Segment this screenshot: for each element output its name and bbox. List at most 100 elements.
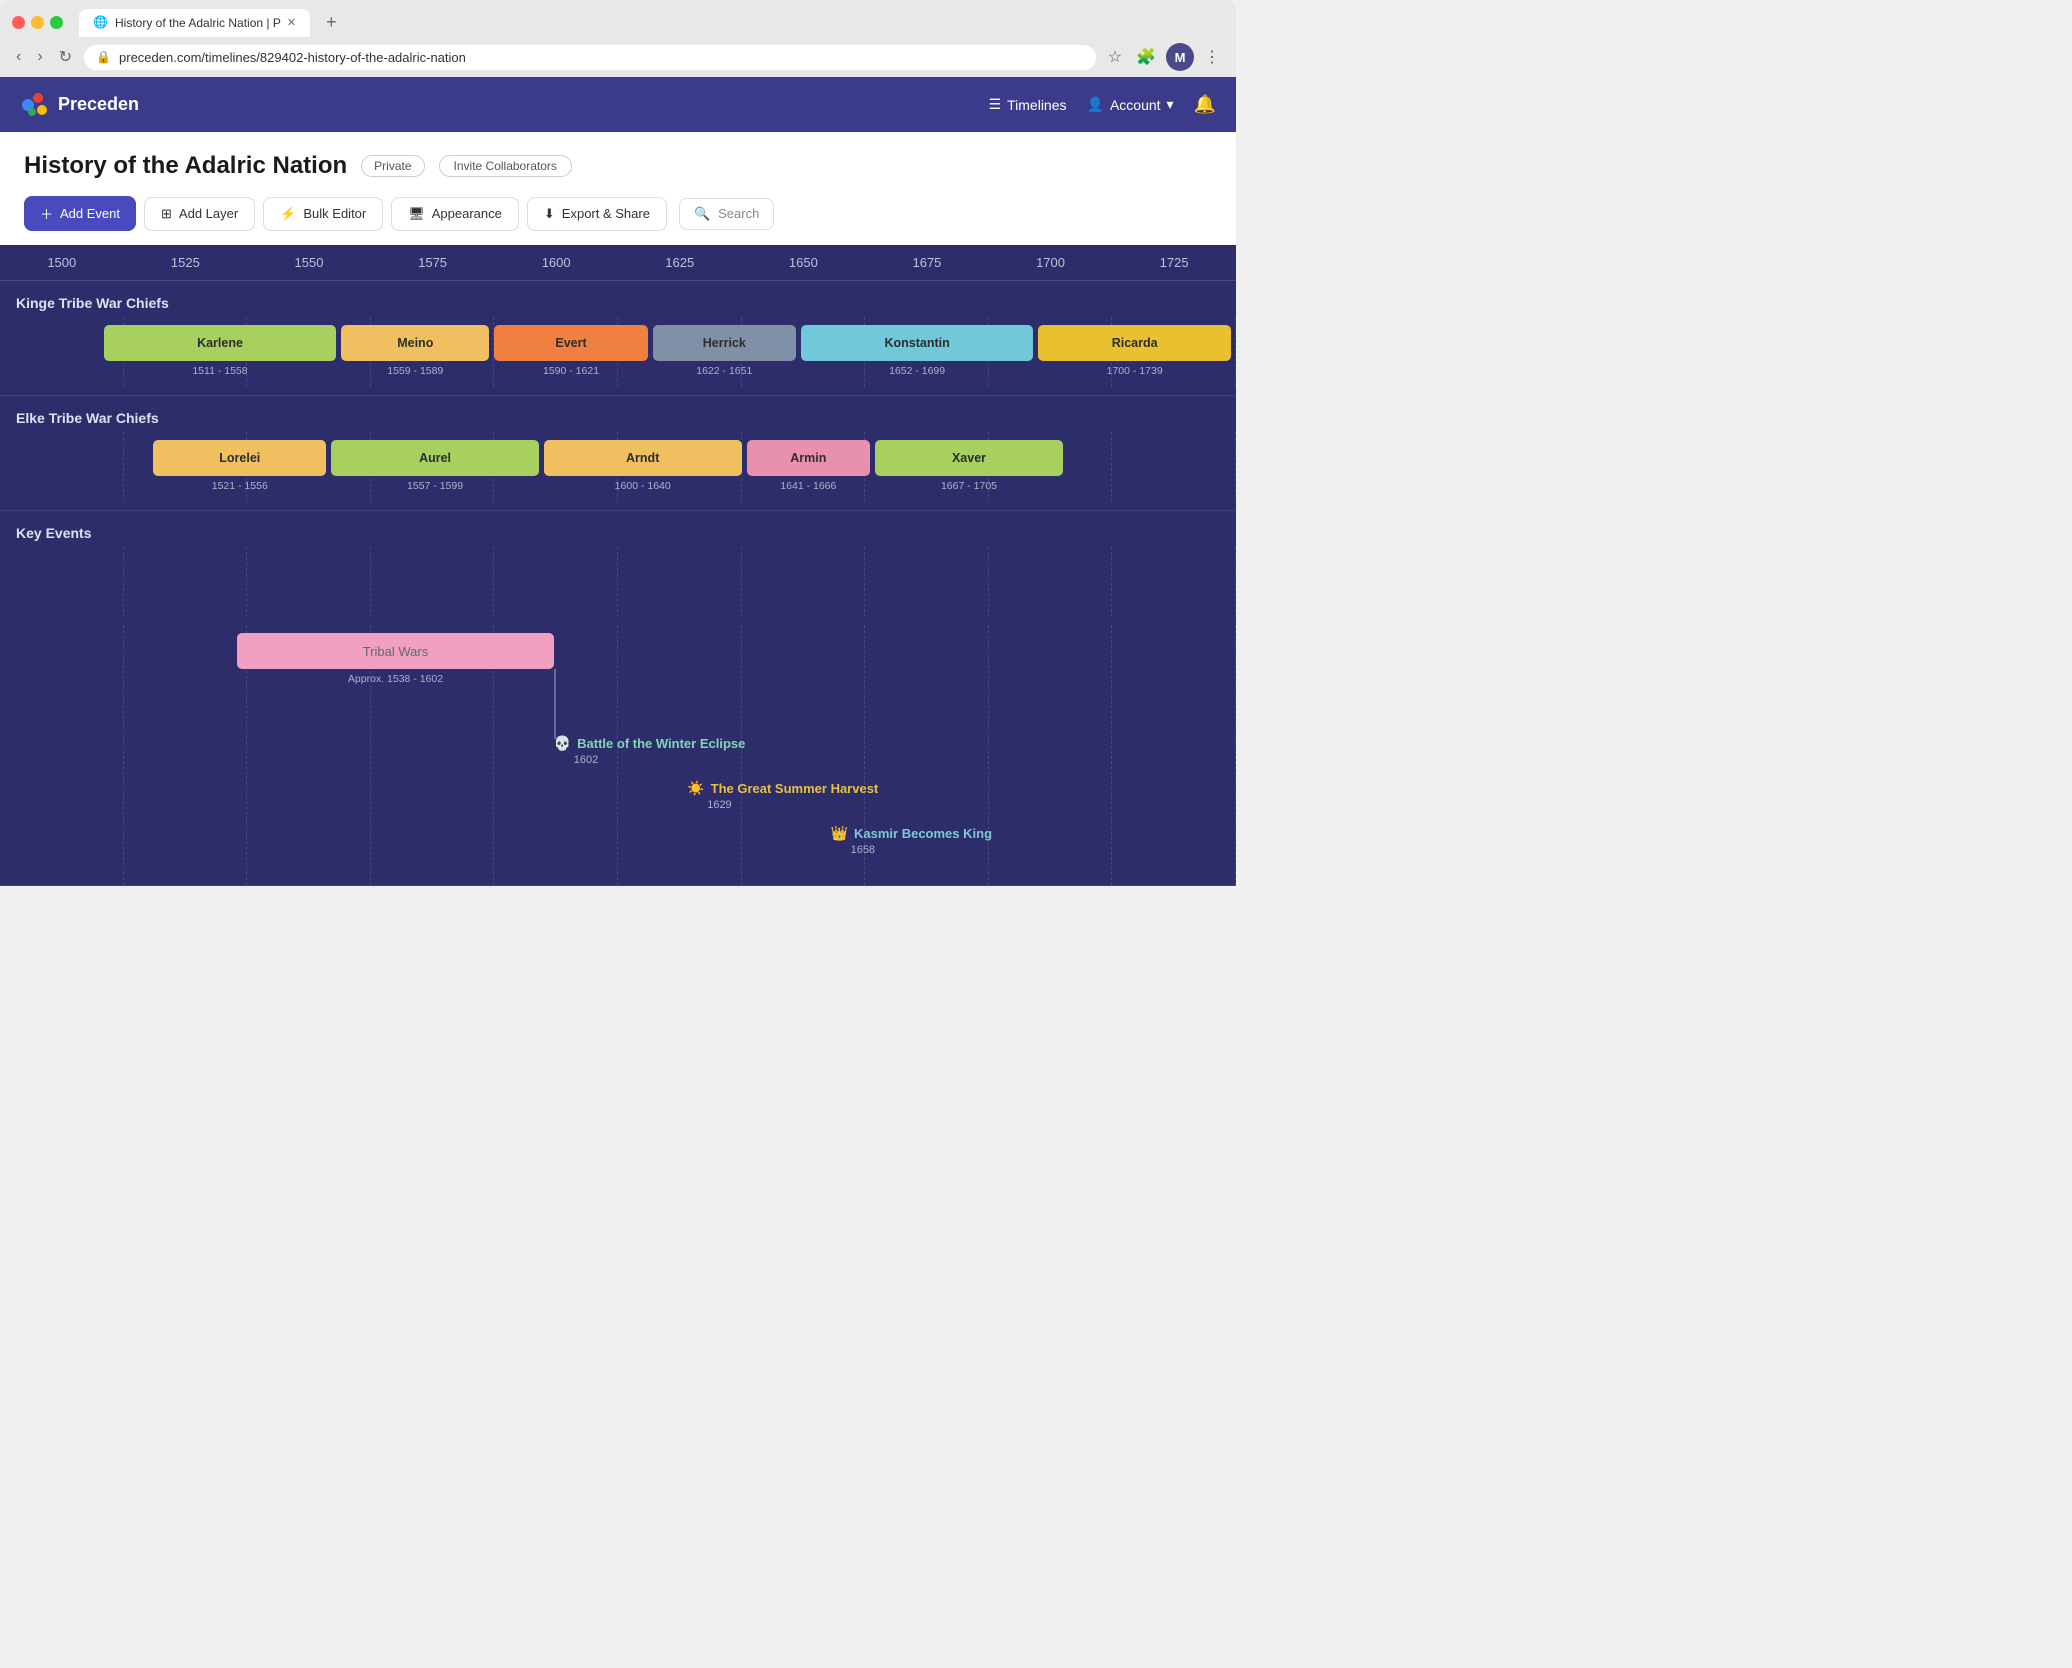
export-share-label: Export & Share	[562, 206, 650, 221]
timeline-section-elke: Elke Tribe War Chiefs Lorelei 1521 - 1556 A…	[0, 396, 1236, 511]
event-bar-karlene[interactable]: Karlene	[104, 325, 336, 361]
logo[interactable]: Preceden	[20, 90, 139, 120]
bulk-editor-button[interactable]: ⚡ Bulk Editor	[263, 197, 383, 231]
security-lock-icon: 🔒	[96, 50, 111, 64]
range-event-bar[interactable]: Tribal Wars	[237, 633, 553, 669]
menu-btn[interactable]: ⋮	[1200, 43, 1224, 71]
page-content: History of the Adalric Nation Private In…	[0, 132, 1236, 245]
browser-actions: ☆ 🧩 M ⋮	[1104, 43, 1224, 71]
export-share-button[interactable]: ⬇ Export & Share	[527, 197, 667, 231]
event-bar-armin[interactable]: Armin	[747, 440, 871, 476]
point-event-year: 1602	[554, 754, 746, 766]
invite-collaborators-badge[interactable]: Invite Collaborators	[439, 155, 572, 177]
event-date-label: 1590 - 1621	[494, 365, 647, 377]
event-date-label: 1511 - 1558	[104, 365, 336, 377]
account-icon: 👤	[1087, 96, 1104, 113]
appearance-icon: 🖥	[408, 206, 425, 222]
point-event-year: 1658	[831, 844, 992, 856]
window-controls	[12, 16, 63, 29]
browser-nav-bar: ‹ › ↻ 🔒 preceden.com/timelines/829402-hi…	[0, 37, 1236, 77]
private-badge[interactable]: Private	[361, 155, 424, 177]
app-header: Preceden ☰ Timelines 👤 Account ▾ 🔔	[0, 77, 1236, 132]
search-box[interactable]: 🔍 Search	[679, 198, 774, 230]
appearance-button[interactable]: 🖥 Appearance	[391, 197, 519, 231]
event-bar-aurel[interactable]: Aurel	[331, 440, 539, 476]
active-tab[interactable]: 🌐 History of the Adalric Nation | P ✕	[79, 9, 310, 37]
header-nav: ☰ Timelines 👤 Account ▾ 🔔	[989, 94, 1216, 115]
event-bar-meino[interactable]: Meino	[341, 325, 489, 361]
tab-title: History of the Adalric Nation | P	[115, 16, 281, 30]
logo-text: Preceden	[58, 94, 139, 115]
event-bar-konstantin[interactable]: Konstantin	[801, 325, 1033, 361]
forward-button[interactable]: ›	[33, 44, 46, 70]
point-event-year: 1629	[687, 799, 878, 811]
appearance-label: Appearance	[432, 206, 502, 221]
event-bar-evert[interactable]: Evert	[494, 325, 647, 361]
add-event-label: Add Event	[60, 206, 120, 221]
bulk-editor-icon: ⚡	[280, 206, 296, 222]
address-bar[interactable]: 🔒 preceden.com/timelines/829402-history-…	[84, 45, 1096, 70]
bookmark-btn[interactable]: ☆	[1104, 43, 1126, 71]
event-name: Kasmir Becomes King	[854, 826, 992, 841]
maximize-window-btn[interactable]	[50, 16, 63, 29]
event-bar-herrick[interactable]: Herrick	[653, 325, 796, 361]
event-bar-xaver[interactable]: Xaver	[875, 440, 1063, 476]
time-marker: 1625	[618, 255, 742, 270]
search-placeholder: Search	[718, 206, 759, 221]
time-marker: 1600	[494, 255, 618, 270]
timelines-nav-btn[interactable]: ☰ Timelines	[989, 96, 1067, 113]
page-title: History of the Adalric Nation	[24, 152, 347, 180]
back-button[interactable]: ‹	[12, 44, 25, 70]
close-window-btn[interactable]	[12, 16, 25, 29]
time-marker: 1650	[742, 255, 866, 270]
event-icon: 👑	[831, 825, 848, 842]
time-marker: 1700	[989, 255, 1113, 270]
range-event-date-label: Approx. 1538 - 1602	[237, 673, 553, 685]
point-event-the-great-summer-harvest[interactable]: ☀️ The Great Summer Harvest 1629	[687, 780, 878, 811]
minimize-window-btn[interactable]	[31, 16, 44, 29]
tab-close-btn[interactable]: ✕	[287, 16, 296, 29]
new-tab-button[interactable]: +	[318, 8, 345, 37]
point-event-battle-of-the-winter-eclipse[interactable]: 💀Battle of the Winter Eclipse1602	[554, 735, 746, 766]
toolbar: ＋ Add Event ⊞ Add Layer ⚡ Bulk Editor 🖥 …	[24, 196, 1212, 245]
profile-button[interactable]: M	[1166, 43, 1194, 71]
event-date-label: 1559 - 1589	[341, 365, 489, 377]
export-icon: ⬇	[544, 206, 555, 222]
section-label: Elke Tribe War Chiefs	[0, 396, 1236, 432]
event-name: Battle of the Winter Eclipse	[577, 736, 745, 751]
logo-icon	[20, 90, 50, 120]
timeline: 1500152515501575160016251650167517001725…	[0, 245, 1236, 886]
add-icon: ＋	[40, 204, 53, 223]
tab-favicon: 🌐	[93, 15, 109, 31]
event-date-label: 1700 - 1739	[1038, 365, 1231, 377]
refresh-button[interactable]: ↻	[55, 43, 76, 71]
event-date-label: 1667 - 1705	[875, 480, 1063, 492]
time-marker: 1675	[865, 255, 989, 270]
event-icon: ☀️	[687, 780, 704, 797]
event-date-label: 1600 - 1640	[544, 480, 742, 492]
time-marker: 1575	[371, 255, 495, 270]
event-bar-arndt[interactable]: Arndt	[544, 440, 742, 476]
event-date-label: 1557 - 1599	[331, 480, 539, 492]
event-bar-ricarda[interactable]: Ricarda	[1038, 325, 1231, 361]
timeline-header: 1500152515501575160016251650167517001725	[0, 245, 1236, 281]
account-label: Account	[1110, 97, 1161, 113]
account-chevron-icon: ▾	[1167, 96, 1174, 113]
time-marker: 1550	[247, 255, 371, 270]
layers-icon: ⊞	[161, 206, 172, 222]
add-layer-label: Add Layer	[179, 206, 238, 221]
point-event-kasmir-becomes-king[interactable]: 👑 Kasmir Becomes King 1658	[831, 825, 992, 856]
url-text: preceden.com/timelines/829402-history-of…	[119, 50, 466, 65]
event-bar-lorelei[interactable]: Lorelei	[153, 440, 326, 476]
add-layer-button[interactable]: ⊞ Add Layer	[144, 197, 255, 231]
account-nav-btn[interactable]: 👤 Account ▾	[1087, 96, 1174, 113]
timelines-label: Timelines	[1007, 97, 1066, 113]
time-marker: 1500	[0, 255, 124, 270]
tab-bar: 🌐 History of the Adalric Nation | P ✕ +	[0, 0, 1236, 37]
event-date-label: 1521 - 1556	[153, 480, 326, 492]
extensions-btn[interactable]: 🧩	[1132, 43, 1160, 71]
notification-button[interactable]: 🔔	[1194, 94, 1216, 115]
event-name: The Great Summer Harvest	[711, 781, 879, 796]
time-marker: 1725	[1112, 255, 1236, 270]
add-event-button[interactable]: ＋ Add Event	[24, 196, 136, 231]
